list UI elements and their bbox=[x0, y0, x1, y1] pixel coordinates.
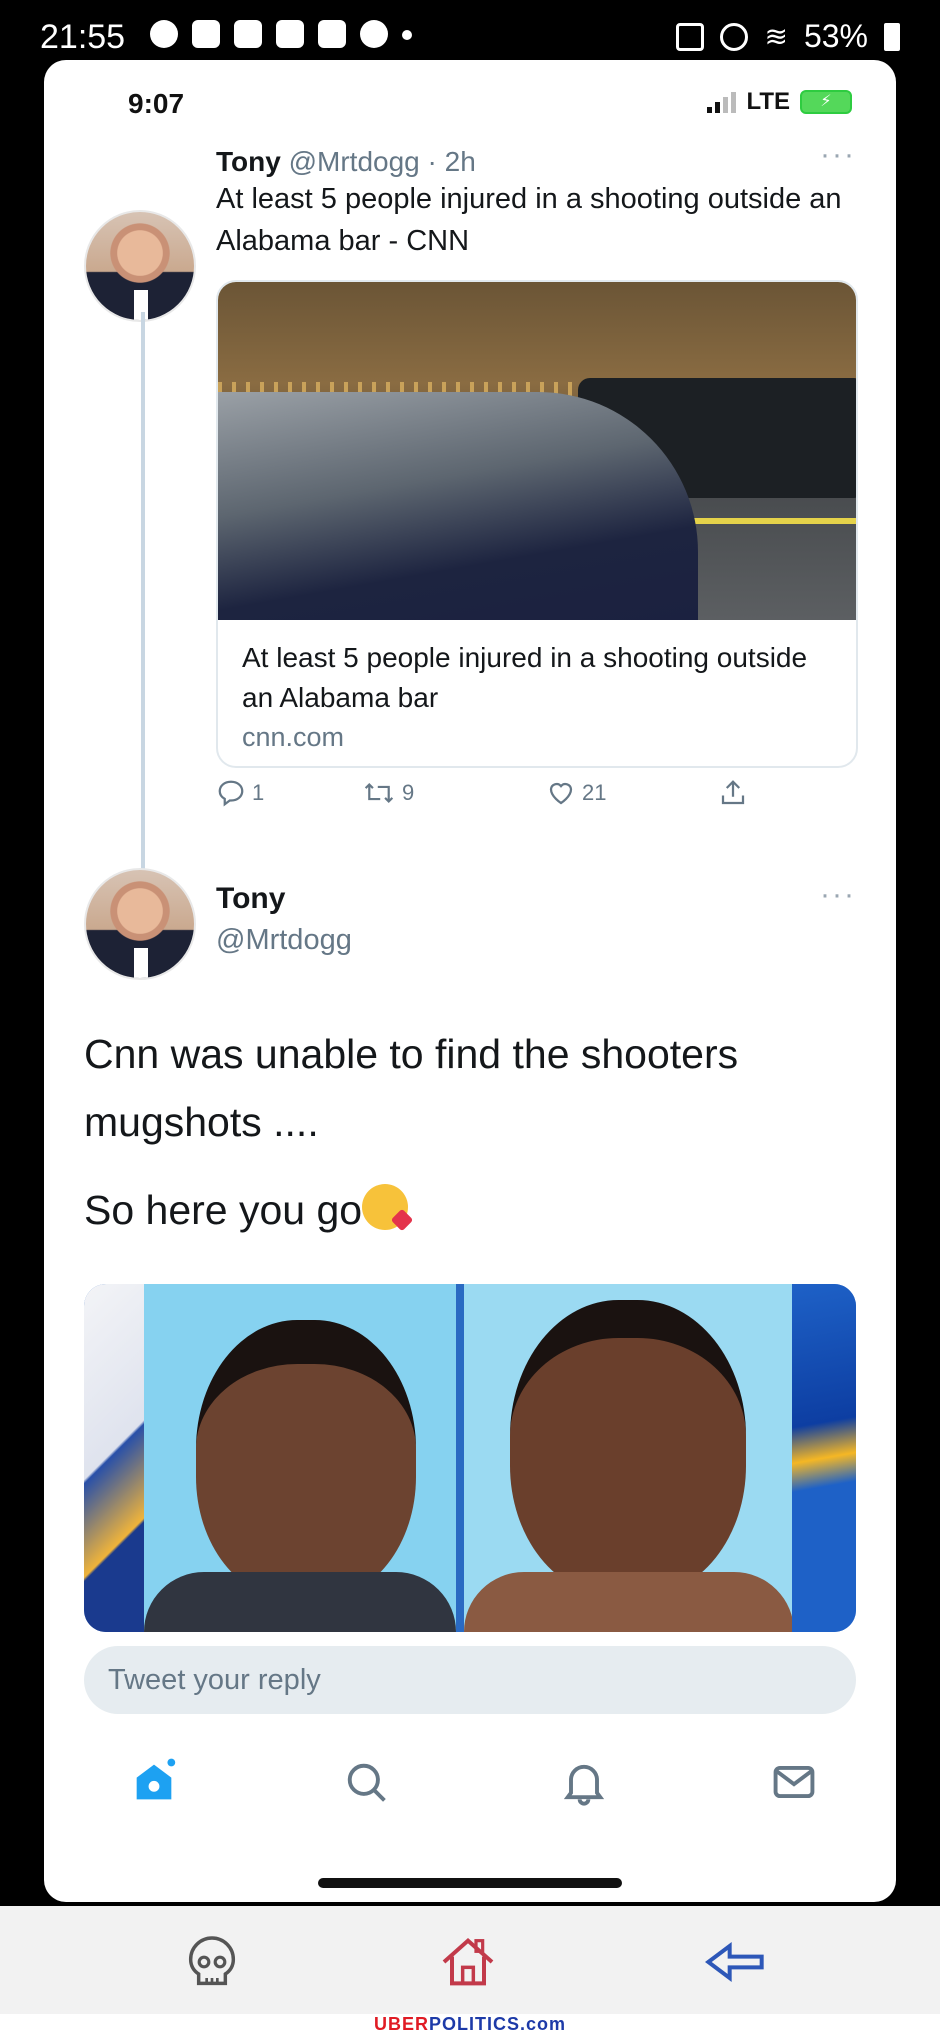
tweet-text: At least 5 people injured in a shooting … bbox=[216, 183, 842, 257]
ios-status-time: 9:07 bbox=[128, 88, 185, 119]
usb-icon bbox=[276, 20, 304, 48]
cellular-signal-icon bbox=[707, 91, 737, 113]
system-tray: ≋ 53% bbox=[676, 18, 900, 55]
retweet-icon bbox=[364, 782, 394, 804]
avatar[interactable] bbox=[84, 868, 196, 980]
back-arrow-icon bbox=[705, 1942, 764, 1982]
more-notifications-dot-icon bbox=[402, 30, 412, 40]
reply-icon bbox=[218, 780, 244, 807]
notifications-icon bbox=[563, 1764, 605, 1806]
battery-level: 53% bbox=[803, 18, 868, 54]
charging-battery-icon: ⚡ bbox=[800, 90, 852, 114]
nfc-icon bbox=[676, 22, 705, 51]
search-icon bbox=[347, 1763, 386, 1802]
shopping-bag-icon bbox=[192, 20, 220, 48]
tweet-media-image[interactable] bbox=[84, 1284, 856, 1632]
watermark-brand-red: UBER bbox=[373, 2014, 429, 2034]
nav-back-button[interactable] bbox=[700, 1930, 764, 1994]
retweet-count: 9 bbox=[402, 780, 415, 805]
tab-notifications[interactable] bbox=[558, 1756, 610, 1808]
tab-bar bbox=[44, 1740, 896, 1820]
link-preview-title: At least 5 people injured in a shooting … bbox=[242, 642, 808, 713]
share-button[interactable] bbox=[718, 778, 748, 808]
tweet-author-meta: @Mrtdogg · 2h bbox=[288, 146, 476, 177]
home-outline-icon bbox=[442, 1937, 494, 1986]
watermark-brand-blue: POLITICS.com bbox=[429, 2014, 567, 2034]
home-indicator[interactable] bbox=[318, 1878, 622, 1888]
kissing-face-emoji-icon bbox=[362, 1184, 409, 1230]
thread-connector bbox=[141, 312, 145, 912]
reply-placeholder: Tweet your reply bbox=[108, 1664, 321, 1696]
retweet-button[interactable]: 9 bbox=[362, 778, 414, 808]
tab-home[interactable] bbox=[128, 1756, 180, 1808]
reply-input[interactable]: Tweet your reply bbox=[84, 1646, 856, 1714]
alarm-icon bbox=[720, 22, 749, 51]
like-button[interactable]: 21 bbox=[546, 778, 606, 808]
tweet-actions: 1 9 21 bbox=[216, 778, 856, 818]
android-nav-bar bbox=[0, 1906, 940, 2014]
tweet-body-line: So here you go bbox=[84, 1184, 409, 1234]
avatar[interactable] bbox=[84, 210, 196, 322]
nav-skull-button[interactable] bbox=[180, 1930, 244, 1994]
wifi-signal-icon: ≋ bbox=[764, 21, 788, 52]
tweet-header: Tony @Mrtdogg · 2h bbox=[216, 146, 856, 180]
home-icon bbox=[136, 1758, 176, 1800]
battery-icon bbox=[884, 22, 900, 51]
link-preview-domain: cnn.com bbox=[242, 722, 345, 752]
nav-home-button[interactable] bbox=[436, 1930, 500, 1994]
mugshot-photo bbox=[144, 1284, 456, 1632]
watermark: UBERPOLITICS.com bbox=[0, 2014, 940, 2039]
tweet-author-handle[interactable]: @Mrtdogg bbox=[216, 924, 352, 957]
heart-icon bbox=[549, 782, 573, 805]
like-count: 21 bbox=[582, 780, 607, 805]
reply-button[interactable]: 1 bbox=[216, 778, 264, 808]
accessibility-icon bbox=[360, 20, 388, 48]
more-options-icon[interactable]: ··· bbox=[820, 138, 856, 172]
tweet-body: Cnn was unable to find the shooters mugs… bbox=[84, 1031, 739, 1145]
tweet-author-name[interactable]: Tony bbox=[216, 882, 285, 916]
link-preview-image bbox=[218, 282, 856, 620]
link-preview-card[interactable]: At least 5 people injured in a shooting … bbox=[216, 280, 858, 768]
network-type: LTE bbox=[746, 88, 790, 115]
twitter-screen: 9:07 LTE ⚡ Tony @Mrtdogg · 2h ··· At lea… bbox=[44, 60, 896, 1902]
messenger-icon bbox=[150, 20, 178, 48]
share-icon bbox=[721, 780, 745, 805]
tweet-author-name[interactable]: Tony bbox=[216, 146, 281, 177]
skull-icon bbox=[188, 1936, 236, 1986]
reply-count: 1 bbox=[252, 780, 265, 805]
status-time: 21:55 bbox=[40, 18, 126, 56]
tab-messages[interactable] bbox=[768, 1756, 820, 1808]
ios-network-status: LTE ⚡ bbox=[707, 88, 852, 116]
mugshot-photo bbox=[464, 1284, 794, 1632]
tweet-body-text: So here you go bbox=[84, 1187, 363, 1233]
tab-search[interactable] bbox=[340, 1756, 392, 1808]
ios-status-bar: 9:07 LTE ⚡ bbox=[44, 60, 896, 148]
calendar-icon bbox=[318, 20, 346, 48]
notification-icons bbox=[150, 20, 412, 48]
more-options-icon[interactable]: ··· bbox=[820, 878, 856, 912]
shopping-bag-icon bbox=[234, 20, 262, 48]
messages-icon bbox=[773, 1765, 815, 1799]
